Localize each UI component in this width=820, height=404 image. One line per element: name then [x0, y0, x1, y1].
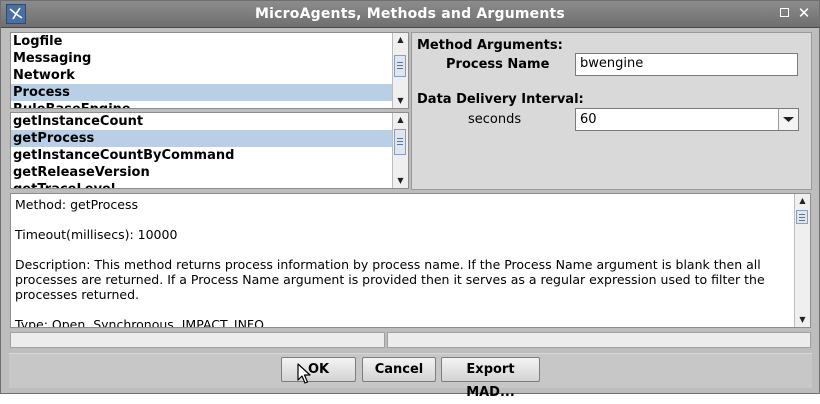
title-bar[interactable]: MicroAgents, Methods and Arguments ✕ — [1, 1, 819, 28]
method-list[interactable]: getInstanceCount getProcess getInstanceC… — [10, 112, 409, 189]
list-item[interactable]: RuleBaseEngine — [11, 101, 392, 108]
scroll-thumb[interactable] — [394, 129, 406, 155]
list-item[interactable]: getTraceLevel — [11, 181, 392, 188]
microagent-list[interactable]: Logfile Messaging Network Process RuleBa… — [10, 32, 409, 109]
data-delivery-interval-heading: Data Delivery Interval: — [417, 92, 584, 107]
list-item[interactable]: Logfile — [11, 33, 392, 50]
method-scrollbar[interactable]: ▲ ▼ — [392, 113, 408, 188]
status-bar-right — [387, 332, 811, 348]
chevron-down-icon[interactable] — [778, 109, 798, 130]
list-item[interactable]: getInstanceCountByCommand — [11, 147, 392, 164]
description-scrollbar[interactable]: ▲ ▼ — [794, 194, 810, 327]
export-mad-button[interactable]: Export MAD... — [441, 357, 540, 400]
status-bar-left — [10, 332, 385, 348]
process-name-label: Process Name — [446, 57, 550, 72]
scroll-up-icon[interactable]: ▲ — [393, 33, 408, 47]
method-description-area[interactable]: Method: getProcess Timeout(millisecs): 1… — [10, 193, 811, 328]
type-line: Type: Open, Synchronous, IMPACT_INFO — [15, 317, 264, 328]
list-item[interactable]: getInstanceCount — [11, 113, 392, 130]
method-arguments-panel: Method Arguments: Process Name bwengine … — [411, 32, 812, 190]
method-line: Method: getProcess — [15, 197, 139, 212]
seconds-combobox[interactable]: 60 — [575, 108, 799, 131]
scroll-up-icon[interactable]: ▲ — [393, 113, 408, 127]
cancel-button[interactable]: Cancel — [362, 357, 436, 382]
microagent-scrollbar[interactable]: ▲ ▼ — [392, 33, 408, 108]
dialog-window: MicroAgents, Methods and Arguments ✕ Log… — [0, 0, 820, 400]
method-arguments-heading: Method Arguments: — [417, 38, 563, 53]
scroll-down-icon[interactable]: ▼ — [393, 174, 408, 188]
maximize-icon[interactable] — [780, 8, 789, 17]
scroll-down-icon[interactable]: ▼ — [393, 94, 408, 108]
list-item[interactable]: getReleaseVersion — [11, 164, 392, 181]
scroll-up-icon[interactable]: ▲ — [795, 194, 810, 208]
mouse-cursor-icon — [297, 363, 311, 388]
list-item[interactable]: Network — [11, 67, 392, 84]
scroll-thumb[interactable] — [796, 210, 808, 224]
window-title: MicroAgents, Methods and Arguments — [255, 6, 565, 22]
list-item-selected[interactable]: getProcess — [11, 130, 392, 147]
scroll-thumb[interactable] — [394, 55, 406, 77]
seconds-value: 60 — [580, 112, 597, 127]
description-text: Description: This method returns process… — [15, 257, 765, 302]
scroll-down-icon[interactable]: ▼ — [795, 313, 810, 327]
process-name-field[interactable]: bwengine — [575, 53, 798, 76]
ok-button[interactable]: OK — [281, 357, 356, 382]
list-item[interactable]: Messaging — [11, 50, 392, 67]
seconds-label: seconds — [468, 112, 522, 127]
timeout-line: Timeout(millisecs): 10000 — [15, 227, 178, 242]
close-icon[interactable]: ✕ — [796, 4, 812, 22]
list-item-selected[interactable]: Process — [11, 84, 392, 101]
